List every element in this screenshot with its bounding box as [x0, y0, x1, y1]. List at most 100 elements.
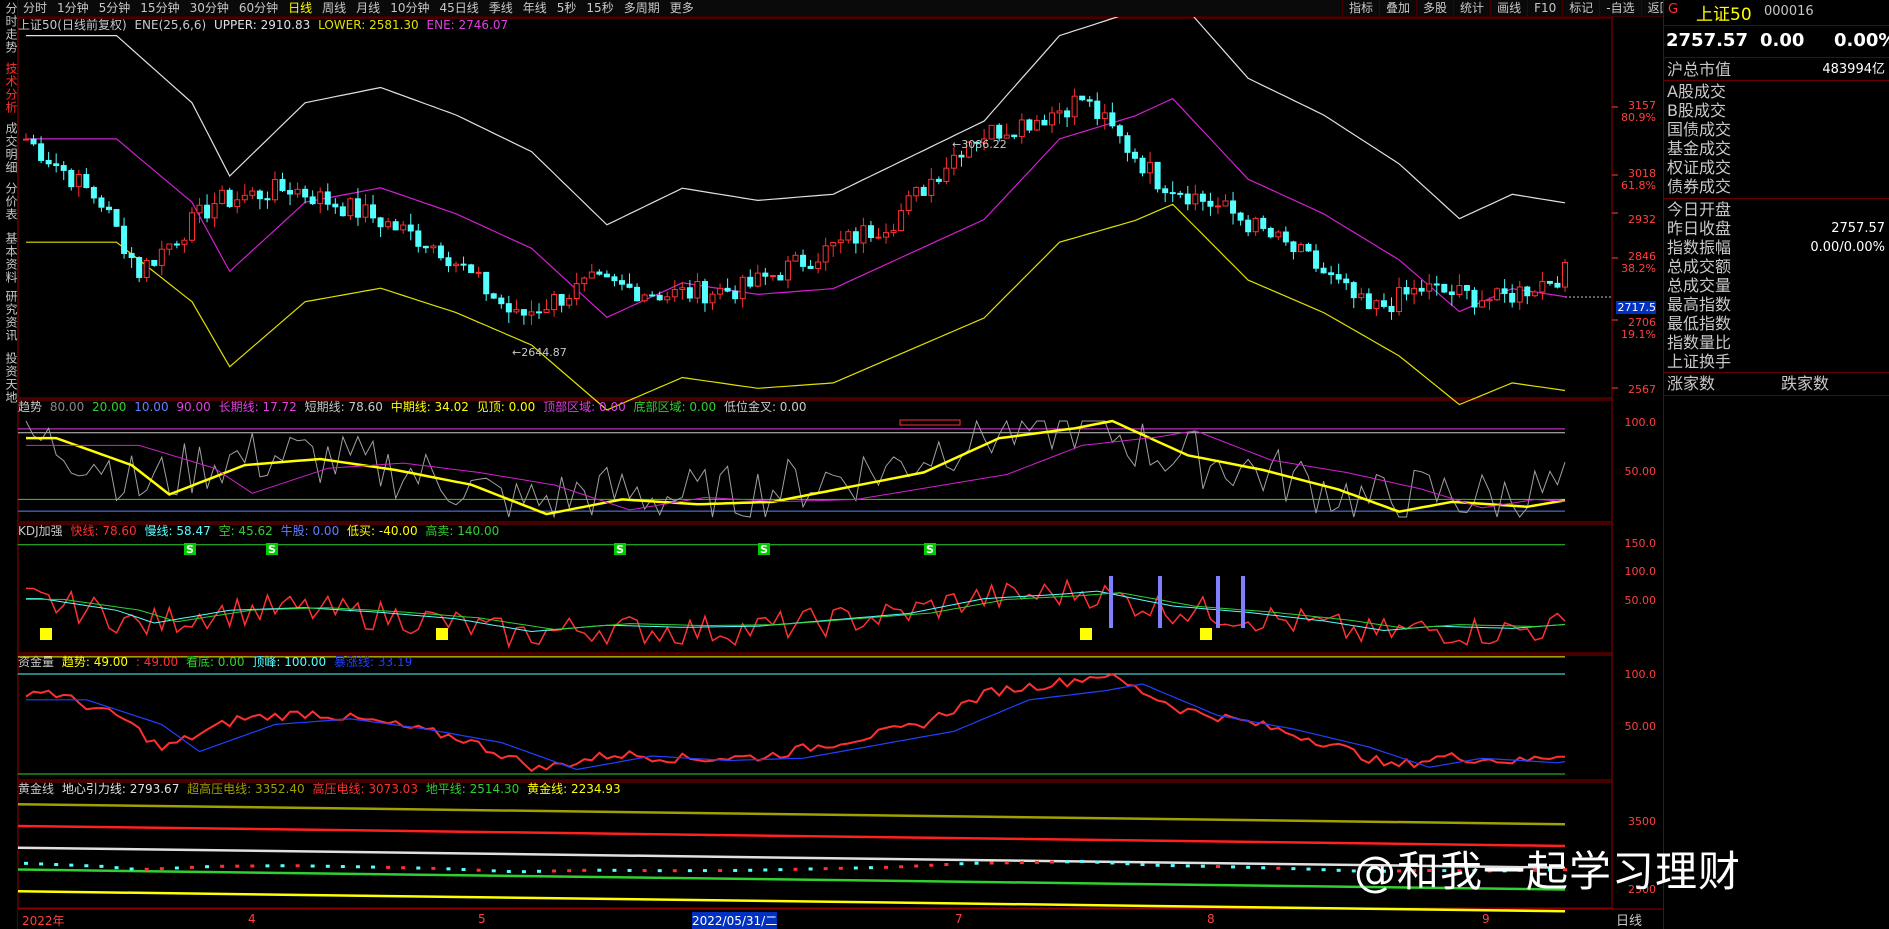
- timeframe-8[interactable]: 月线: [351, 0, 385, 16]
- candle-body: [1018, 119, 1025, 138]
- candle-body: [1169, 192, 1176, 195]
- gold-name[interactable]: 黄金线: [18, 782, 54, 796]
- timeframe-10[interactable]: 45日线: [434, 0, 483, 16]
- trend-top: 见顶: 0.00: [476, 400, 536, 414]
- candle-body: [709, 293, 716, 304]
- period-label[interactable]: 日线: [1616, 910, 1642, 929]
- side-tab-3[interactable]: 分价表: [0, 182, 18, 221]
- kdj-highsell: 高卖: 140.00: [425, 524, 500, 538]
- candle-body: [234, 199, 241, 208]
- timeframe-1[interactable]: 1分钟: [52, 0, 94, 16]
- tool-0[interactable]: 指标: [1342, 0, 1379, 16]
- candle-body: [1320, 267, 1327, 274]
- tool-3[interactable]: 统计: [1453, 0, 1490, 16]
- candle-body: [1222, 200, 1229, 207]
- trend-mid-line: [26, 419, 1566, 516]
- gold-candle: [114, 866, 119, 870]
- side-tab-2[interactable]: 成交明细: [0, 122, 18, 174]
- timeframe-15[interactable]: 多周期: [619, 0, 665, 16]
- candle-body: [505, 303, 512, 313]
- timeframe-12[interactable]: 年线: [518, 0, 552, 16]
- side-tab-4[interactable]: 基本资料: [0, 232, 18, 284]
- candle-body: [588, 271, 595, 279]
- gold-candle: [627, 868, 632, 872]
- timeframe-9[interactable]: 10分钟: [385, 0, 434, 16]
- timeframe-6[interactable]: 日线: [283, 0, 317, 16]
- kdj-fast: 快线: 78.60: [70, 524, 137, 538]
- timeframe-7[interactable]: 周线: [317, 0, 351, 16]
- candle-body: [128, 252, 135, 259]
- candle-body: [905, 195, 912, 212]
- gold-line-1: [17, 824, 1566, 848]
- candle-body: [370, 204, 377, 219]
- side-tab-5[interactable]: 研究资讯: [0, 290, 18, 342]
- gold-candle: [1215, 865, 1220, 869]
- signal-bar: [1216, 576, 1220, 628]
- sell-marker-label: S: [186, 543, 194, 556]
- candle-body: [181, 239, 188, 245]
- tool-2[interactable]: 多股: [1416, 0, 1453, 16]
- candle-body: [113, 209, 120, 227]
- tool-1[interactable]: 叠加: [1379, 0, 1416, 16]
- candle-body: [1448, 291, 1455, 296]
- tool-7[interactable]: -自选: [1599, 0, 1640, 16]
- gold-candle: [748, 868, 753, 872]
- candle-body: [656, 294, 663, 301]
- candle-body: [1479, 300, 1486, 308]
- gold-candle: [914, 864, 919, 868]
- timeframe-3[interactable]: 15分钟: [135, 0, 184, 16]
- timeframe-0[interactable]: 分时: [18, 0, 52, 16]
- timeframe-14[interactable]: 15秒: [581, 0, 618, 16]
- tool-5[interactable]: F10: [1527, 0, 1562, 16]
- candle-body: [1162, 188, 1169, 194]
- ene-name[interactable]: ENE(25,6,6): [134, 18, 206, 32]
- candle-body: [935, 178, 942, 182]
- gold-candle: [1065, 860, 1070, 864]
- candle-body: [641, 294, 648, 302]
- gold-candle: [99, 864, 104, 868]
- trend-long: 长期线: 17.72: [218, 400, 297, 414]
- candle-body: [256, 190, 263, 200]
- candle-body: [400, 224, 407, 231]
- candle-body: [196, 204, 203, 214]
- candle-body: [287, 190, 294, 195]
- gold-candle: [597, 868, 602, 872]
- timeframe-11[interactable]: 季线: [484, 0, 518, 16]
- y-tick: 100.0: [1624, 668, 1657, 681]
- gold-core: 地心引力线: 2793.67: [61, 782, 180, 796]
- timeframe-2[interactable]: 5分钟: [94, 0, 136, 16]
- gold-candle: [793, 867, 798, 871]
- timeframe-4[interactable]: 30分钟: [185, 0, 234, 16]
- gold-candle: [159, 867, 164, 871]
- candle-body: [784, 260, 791, 281]
- trend-name[interactable]: 趋势: [18, 400, 42, 414]
- gold-candle: [989, 861, 994, 865]
- timeframe-16[interactable]: 更多: [665, 0, 699, 16]
- candle-body: [143, 259, 150, 278]
- fund-extra: 暴涨线: 33.19: [334, 655, 413, 669]
- gold-candle: [476, 868, 481, 872]
- candle-body: [1426, 283, 1433, 292]
- gold-candle: [340, 865, 345, 869]
- y-tick: 100.0: [1624, 416, 1657, 429]
- tool-4[interactable]: 画线: [1490, 0, 1527, 16]
- candle-body: [1350, 282, 1357, 299]
- candle-body: [264, 198, 271, 201]
- candle-body: [543, 309, 550, 313]
- kdj-name[interactable]: KDJ加强: [18, 524, 63, 538]
- side-tab-1[interactable]: 技术分析: [0, 62, 18, 114]
- candle-body: [490, 293, 497, 299]
- trend-panel-header: 趋势 80.00 20.00 10.00 90.00 长期线: 17.72 短期…: [18, 400, 811, 414]
- tool-6[interactable]: 标记: [1562, 0, 1599, 16]
- side-tab-6[interactable]: 投资天地: [0, 352, 18, 404]
- timeframe-5[interactable]: 60分钟: [234, 0, 283, 16]
- trend-mid: 中期线: 34.02: [390, 400, 469, 414]
- stat-row: 最高指数: [1667, 295, 1732, 314]
- fund-name[interactable]: 资金量: [18, 655, 54, 669]
- last-price: 2757.57: [1666, 30, 1748, 51]
- breadth-row: 涨家数 跌家数: [1667, 374, 1887, 393]
- trend-v2: 20.00: [92, 400, 127, 414]
- timeframe-13[interactable]: 5秒: [552, 0, 582, 16]
- buy-marker: [1080, 628, 1092, 640]
- side-tab-0[interactable]: 分时走势: [0, 2, 18, 54]
